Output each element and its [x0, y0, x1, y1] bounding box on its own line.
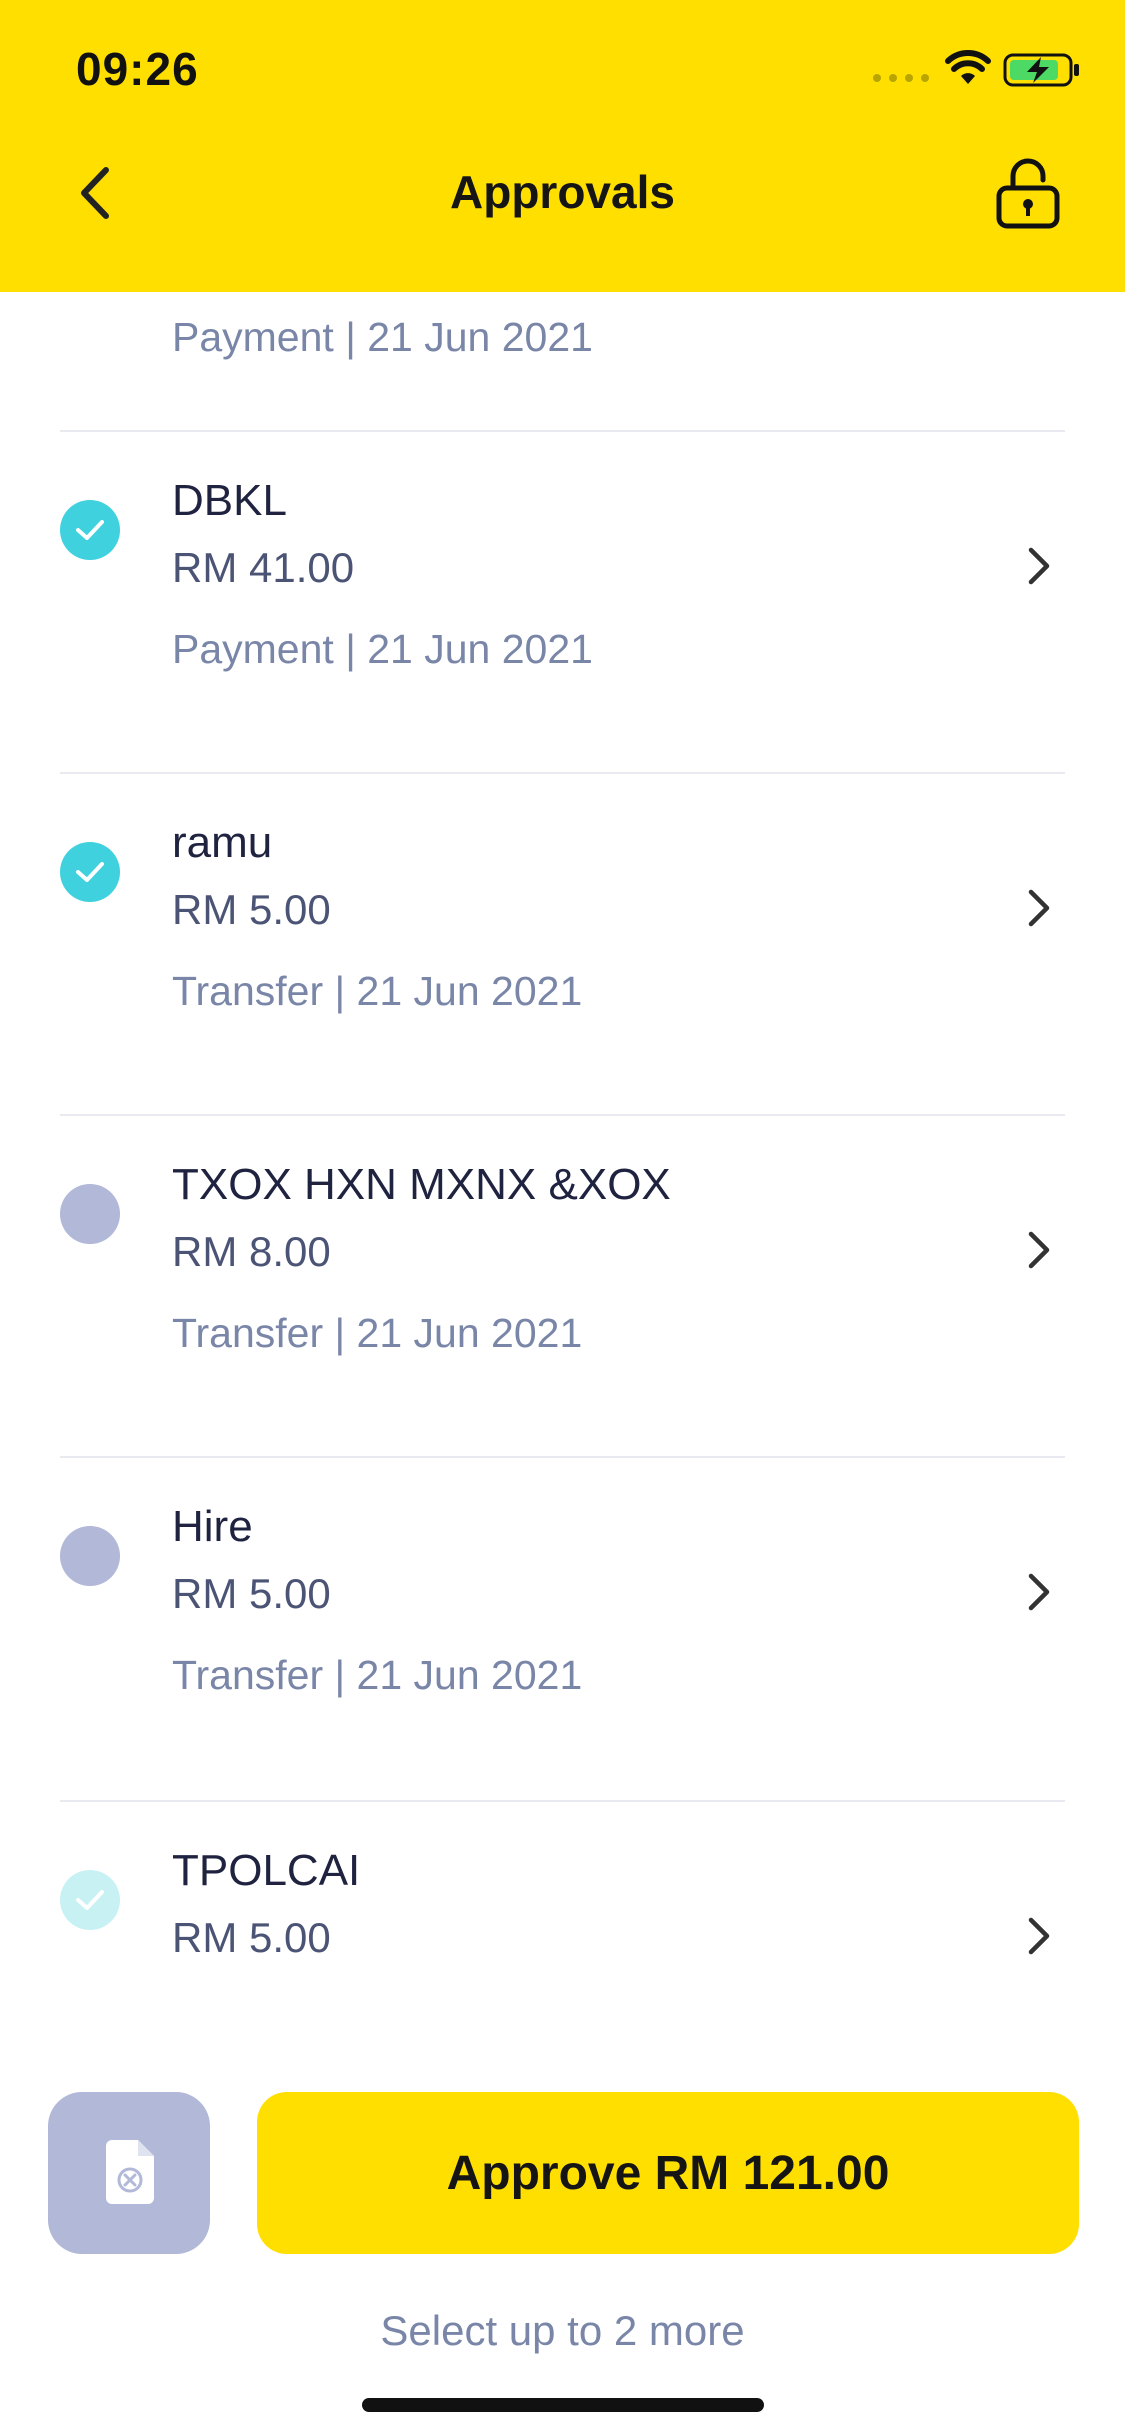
list-item-amount: RM 5.00 — [172, 886, 331, 933]
reject-button[interactable] — [48, 2092, 210, 2254]
chevron-right-icon[interactable] — [1021, 1914, 1055, 1958]
approve-button[interactable]: Approve RM 121.00 — [257, 2092, 1079, 2254]
list-item-meta: Transfer | 21 Jun 2021 — [172, 1310, 583, 1356]
approvals-list[interactable]: Payment | 21 Jun 2021 DBKL RM 41.00 Paym… — [0, 292, 1125, 2037]
page-title: Approvals — [450, 166, 675, 218]
list-item-meta: Payment | 21 Jun 2021 — [172, 626, 593, 672]
status-icons — [873, 50, 1083, 90]
list-item[interactable]: TXOX HXN MXNX &XOX RM 8.00 Transfer | 21… — [0, 1116, 1125, 1458]
selection-hint: Select up to 2 more — [380, 2307, 745, 2354]
signal-icon — [873, 74, 929, 82]
list-item-amount: RM 5.00 — [172, 1914, 331, 1961]
check-icon — [76, 862, 104, 882]
list-item[interactable]: TPOLCAI RM 5.00 — [0, 1802, 1125, 2037]
chevron-right-icon[interactable] — [1021, 886, 1055, 930]
list-item-name: Hire — [172, 1502, 253, 1551]
list-item-name: TXOX HXN MXNX &XOX — [172, 1160, 671, 1209]
list-item-name: DBKL — [172, 476, 287, 525]
list-item-meta: Transfer | 21 Jun 2021 — [172, 968, 583, 1014]
wifi-icon — [945, 50, 991, 84]
chevron-right-icon[interactable] — [1021, 544, 1055, 588]
checkbox-disabled[interactable] — [60, 1870, 120, 1930]
status-time: 09:26 — [76, 43, 199, 95]
checkbox-selected[interactable] — [60, 842, 120, 902]
chevron-right-icon[interactable] — [1021, 1228, 1055, 1272]
battery-icon — [1003, 53, 1079, 87]
check-icon — [76, 1890, 104, 1910]
list-item-amount: RM 5.00 — [172, 1570, 331, 1617]
unlock-icon[interactable] — [993, 156, 1063, 230]
list-item-amount: RM 8.00 — [172, 1228, 331, 1275]
list-item-meta: Payment | 21 Jun 2021 — [172, 314, 593, 360]
checkbox-selected[interactable] — [60, 500, 120, 560]
check-icon — [76, 520, 104, 540]
document-cancel-icon — [106, 2140, 154, 2204]
list-item[interactable]: DBKL RM 41.00 Payment | 21 Jun 2021 — [0, 432, 1125, 774]
list-item-amount: RM 41.00 — [172, 544, 355, 591]
home-indicator — [362, 2398, 764, 2412]
list-item-name: ramu — [172, 818, 273, 867]
list-item-meta: Transfer | 21 Jun 2021 — [172, 1652, 583, 1698]
checkbox-unselected[interactable] — [60, 1184, 120, 1244]
checkbox-unselected[interactable] — [60, 1526, 120, 1586]
action-bar: Approve RM 121.00 Select up to 2 more — [0, 2037, 1125, 2436]
list-item[interactable]: Hire RM 5.00 Transfer | 21 Jun 2021 — [0, 1458, 1125, 1800]
chevron-right-icon[interactable] — [1021, 1570, 1055, 1614]
list-item-name: TPOLCAI — [172, 1846, 361, 1895]
app-header: 09:26 Approvals — [0, 0, 1125, 292]
list-item[interactable]: ramu RM 5.00 Transfer | 21 Jun 2021 — [0, 774, 1125, 1116]
